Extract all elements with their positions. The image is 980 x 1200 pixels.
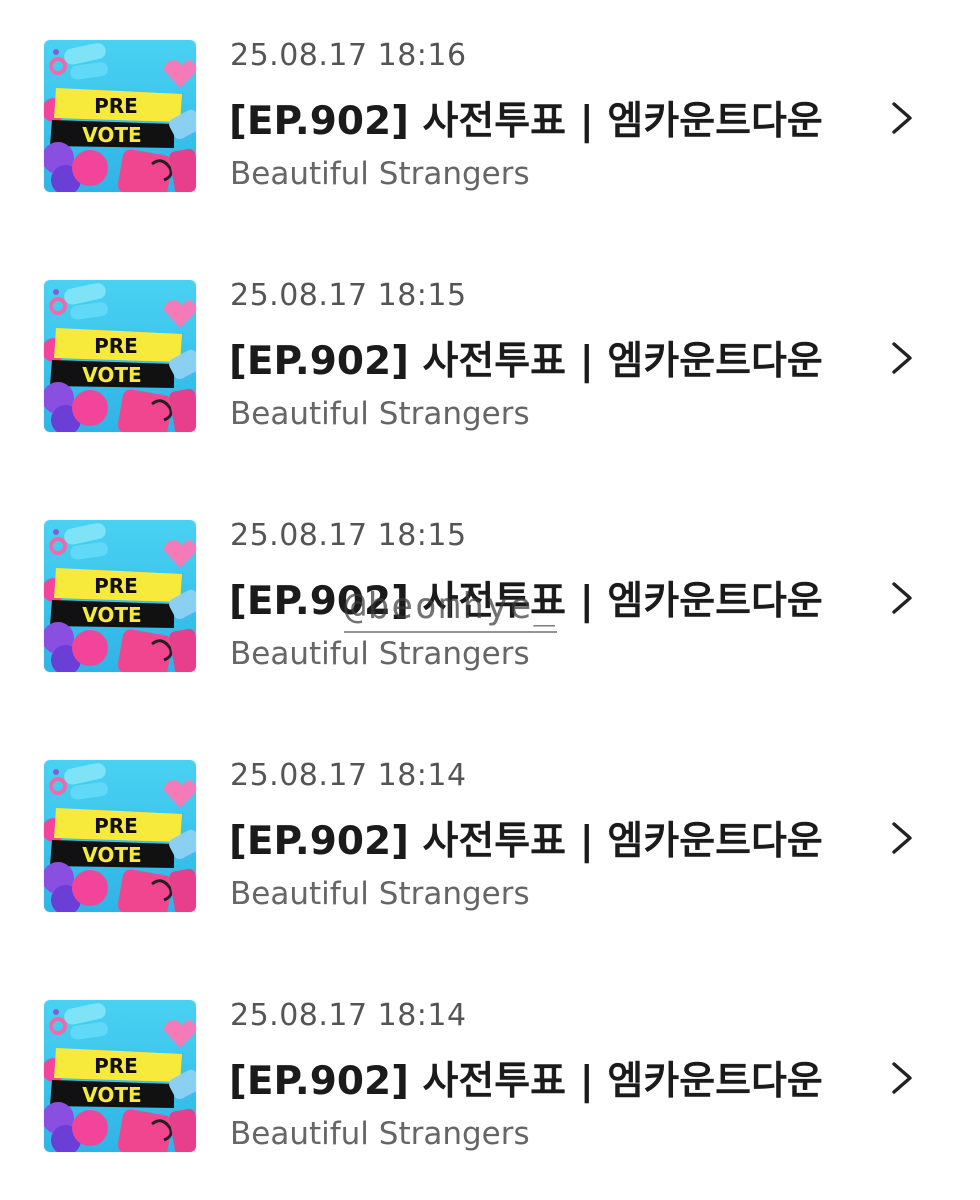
episode-thumbnail: PRE VOTE [44,520,196,672]
list-item[interactable]: PRE VOTE 25.08.17 18:16 [EP.902] 사전투표 | … [0,0,980,200]
item-date: 25.08.17 18:16 [230,38,467,73]
thumb-text-pre: PRE [94,334,138,358]
list-item[interactable]: PRE VOTE 25.08.17 18:14 [EP.902] 사전투표 | … [0,720,980,920]
item-date: 25.08.17 18:15 [230,278,467,313]
item-artist: Beautiful Strangers [230,396,530,432]
watermark-text: @beomhye_ [344,584,558,633]
item-artist: Beautiful Strangers [230,636,530,672]
episode-thumbnail: PRE VOTE [44,760,196,912]
list-item[interactable]: PRE VOTE 25.08.17 18:15 [EP.902] 사전투표 | … [0,240,980,440]
item-artist: Beautiful Strangers [230,1116,530,1152]
thumb-text-vote: VOTE [82,1083,141,1107]
item-title: [EP.902] 사전투표 | 엠카운트다운 [229,1059,823,1104]
episode-thumbnail: PRE VOTE [44,40,196,192]
chevron-right-icon[interactable] [884,1058,918,1098]
item-title: [EP.902] 사전투표 | 엠카운트다운 [229,99,823,144]
pre-vote-artwork-image: PRE VOTE [44,40,196,192]
pre-vote-artwork-image: PRE VOTE [44,760,196,912]
chevron-right-icon[interactable] [884,98,918,138]
list-item[interactable]: PRE VOTE 25.08.17 18:14 [EP.902] 사전투표 | … [0,960,980,1160]
thumb-text-pre: PRE [94,814,138,838]
chevron-right-icon[interactable] [884,578,918,618]
item-title: [EP.902] 사전투표 | 엠카운트다운 [229,819,823,864]
thumb-text-pre: PRE [94,1054,138,1078]
item-date: 25.08.17 18:15 [230,518,467,553]
thumb-text-vote: VOTE [82,603,141,627]
list-item[interactable]: PRE VOTE 25.08.17 18:15 [EP.902] 사전투표 | … [0,480,980,680]
episode-thumbnail: PRE VOTE [44,280,196,432]
item-date: 25.08.17 18:14 [230,998,467,1033]
item-date: 25.08.17 18:14 [230,758,467,793]
thumb-text-pre: PRE [94,574,138,598]
thumb-text-vote: VOTE [82,363,141,387]
item-title: [EP.902] 사전투표 | 엠카운트다운 [229,339,823,384]
thumb-text-vote: VOTE [82,843,141,867]
pre-vote-artwork-image: PRE VOTE [44,520,196,672]
chevron-right-icon[interactable] [884,818,918,858]
pre-vote-artwork-image: PRE VOTE [44,280,196,432]
episode-thumbnail: PRE VOTE [44,1000,196,1152]
thumb-text-vote: VOTE [82,123,141,147]
item-artist: Beautiful Strangers [230,876,530,912]
chevron-right-icon[interactable] [884,338,918,378]
pre-vote-artwork-image: PRE VOTE [44,1000,196,1152]
thumb-text-pre: PRE [94,94,138,118]
item-artist: Beautiful Strangers [230,156,530,192]
